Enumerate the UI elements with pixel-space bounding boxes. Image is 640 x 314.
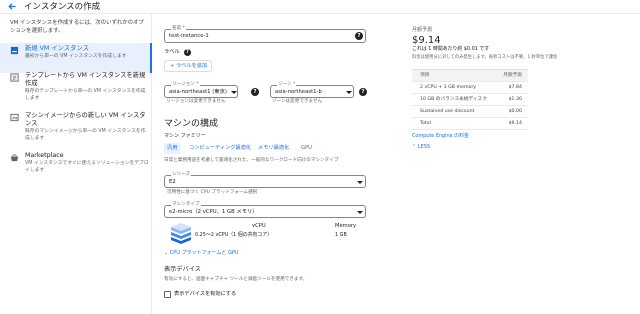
machine-type-select[interactable]: マシンタイプ e2-micro（2 vCPU、1 GB メモリ） [164, 202, 366, 218]
option-title: テンプレートから VM インスタンスを新規作成 [25, 72, 146, 87]
tab-compute-optimized[interactable]: コンピューティング最適化 [186, 143, 254, 154]
option-from-machine-image[interactable]: マシンイメージからの新しい VM インスタンス 既存のマシンイメージから単一の … [0, 110, 152, 141]
vcpu-value: 0.25～2 vCPU（1 個の共有コア） [195, 232, 273, 238]
machine-config-heading: マシンの構成 [164, 119, 219, 129]
table-row: 2 vCPU + 1 GB memory $7.84 [412, 82, 528, 94]
display-device-desc: 有効にすると、画面キャプチャ ツールと録画ツールを使用できます。 [164, 277, 308, 282]
pricing-heading: 月額予測 [412, 27, 433, 33]
pricing-link[interactable]: Compute Engine の料金 [412, 133, 469, 140]
option-marketplace[interactable]: Marketplace VM インスタンスですぐに使えるソリューションをデプロイ… [0, 150, 152, 180]
vcpu-header: vCPU [252, 223, 266, 229]
option-new-instance[interactable]: 新規 VM インスタンス 最初から単一の VM インスタンスを作成します [0, 43, 152, 73]
region-select[interactable]: リージョン * asia-northeast1 (東京) [164, 82, 238, 98]
zone-hint: ゾーンは変更できません [272, 99, 323, 104]
option-title: Marketplace [25, 152, 64, 159]
region-value: asia-northeast1 (東京) [169, 89, 227, 95]
table-header-row: 項目 月額予測 [412, 70, 528, 82]
option-desc: 既存のテンプレートから単一の VM インスタンスを作成します [25, 89, 146, 101]
cpu-platform-gpu-link[interactable]: ⌄ CPU プラットフォームと GPU [164, 250, 239, 257]
display-device-heading: 表示デバイス [164, 266, 201, 273]
chevron-down-icon [357, 211, 363, 214]
series-hint: 可用性に基づく CPU プラットフォーム選択 [167, 190, 258, 195]
table-row: 10 GB のバランス永続ディスク $1.30 [412, 94, 528, 106]
machine-family-label: マシン ファミリー [164, 133, 206, 139]
new-instance-icon [10, 46, 19, 55]
option-title: マシンイメージからの新しい VM インスタンス [25, 112, 146, 127]
option-desc: 既存のマシンイメージから単一の VM インスタンスを作成します [25, 129, 146, 141]
region-hint: リージョンは変更できません [166, 99, 226, 104]
display-device-checkbox-label: 表示デバイスを有効にする [174, 291, 237, 297]
memory-value: 1 GB [335, 232, 347, 238]
pricing-table: 項目 月額予測 2 vCPU + 1 GB memory $7.84 10 GB の… [412, 69, 528, 130]
zone-label: ゾーン * [277, 82, 297, 88]
tab-general-purpose[interactable]: 汎用 [164, 143, 181, 154]
chevron-down-icon [231, 91, 237, 94]
table-row: Sustained use discount $0.00 [412, 106, 528, 118]
series-select[interactable]: シリーズ E2 [164, 172, 366, 188]
tab-gpu[interactable]: GPU [298, 143, 315, 154]
series-value: E2 [169, 179, 176, 185]
memory-header: Memory [335, 223, 357, 229]
machine-image-icon [10, 113, 19, 122]
hourly-estimate: これは 1 時間あたり約 $0.01 です [412, 46, 490, 52]
option-title: 新規 VM インスタンス [25, 45, 89, 52]
help-icon[interactable]: ? [355, 32, 363, 40]
help-icon[interactable]: ? [251, 88, 259, 96]
option-desc: VM インスタンスですぐに使えるソリューションをデプロイします [25, 161, 149, 173]
help-icon[interactable]: ? [359, 88, 367, 96]
help-icon[interactable]: ? [184, 49, 191, 56]
chevron-down-icon [357, 181, 363, 184]
zone-select[interactable]: ゾーン * asia-northeast1-b [270, 82, 354, 98]
name-field-label: 名前 * [171, 26, 186, 32]
region-label: リージョン * [171, 82, 200, 88]
name-field-value[interactable]: test-instance-1 [169, 33, 209, 40]
display-device-checkbox[interactable] [164, 291, 171, 298]
labels-heading: ラベル [164, 49, 180, 55]
series-label: シリーズ [171, 172, 192, 178]
page-title: インスタンスの作成 [24, 2, 101, 12]
option-desc: 最初から単一の VM インスタンスを作成します [25, 54, 127, 59]
table-row: Total $9.14 [412, 118, 528, 130]
chevron-down-icon [346, 91, 352, 94]
add-label-button[interactable]: + ラベルを追加 [164, 60, 212, 72]
tab-memory-optimized[interactable]: メモリ最適化 [255, 143, 292, 154]
marketplace-icon [10, 154, 19, 162]
option-from-template[interactable]: テンプレートから VM インスタンスを新規作成 既存のテンプレートから単一の V… [0, 70, 152, 101]
template-icon [10, 73, 19, 82]
less-toggle[interactable]: ⌃ LESS [412, 144, 430, 151]
name-field[interactable]: 名前 * test-instance-1 [164, 26, 366, 43]
machine-type-value: e2-micro（2 vCPU、1 GB メモリ） [169, 209, 258, 215]
back-arrow-icon[interactable] [6, 1, 18, 12]
machine-type-label: マシンタイプ [171, 202, 201, 208]
sidebar-intro: VM インスタンスを作成するには、次のいずれかのオプションを選択します。 [10, 20, 144, 34]
machine-stack-icon [171, 223, 191, 244]
machine-family-desc: 日常と業務用途を考慮して最適化された、一般的なワークロード向けのマシンタイプ [164, 158, 339, 163]
pricing-note: 料金は使用分に対してのみ発生します。毎秒コストは不要、1 秒単位で課金 [412, 55, 558, 60]
zone-value: asia-northeast1-b [275, 89, 322, 95]
